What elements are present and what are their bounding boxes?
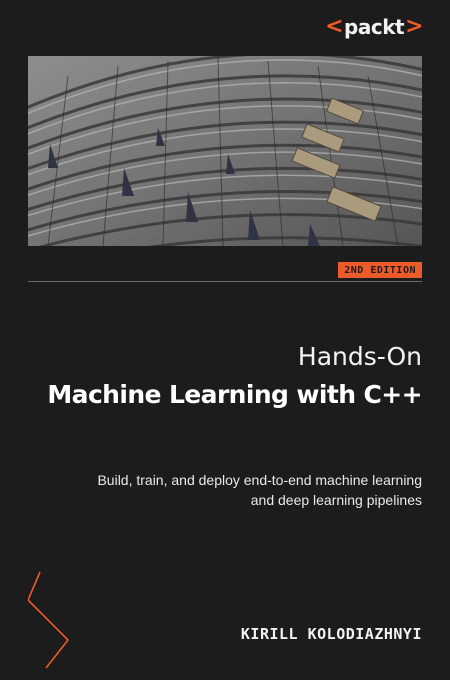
logo-close-bracket: > — [405, 14, 423, 39]
author-name: KIRILL KOLODIAZHNYI — [240, 625, 422, 643]
chevron-right-icon — [28, 571, 70, 669]
divider-line — [28, 281, 422, 282]
logo-open-bracket: < — [325, 14, 344, 39]
book-cover: < packt > 2ND EDITION Hands-On Machine L… — [0, 0, 450, 680]
title-line-1: Hands-On — [297, 342, 422, 371]
publisher-logo: < packt > — [324, 14, 424, 39]
title-line-2: Machine Learning with C++ — [47, 380, 422, 409]
logo-name: packt — [344, 14, 405, 39]
cover-photo-stadium — [28, 56, 422, 246]
edition-badge: 2ND EDITION — [338, 262, 422, 278]
subtitle: Build, train, and deploy end-to-end mach… — [97, 472, 422, 508]
